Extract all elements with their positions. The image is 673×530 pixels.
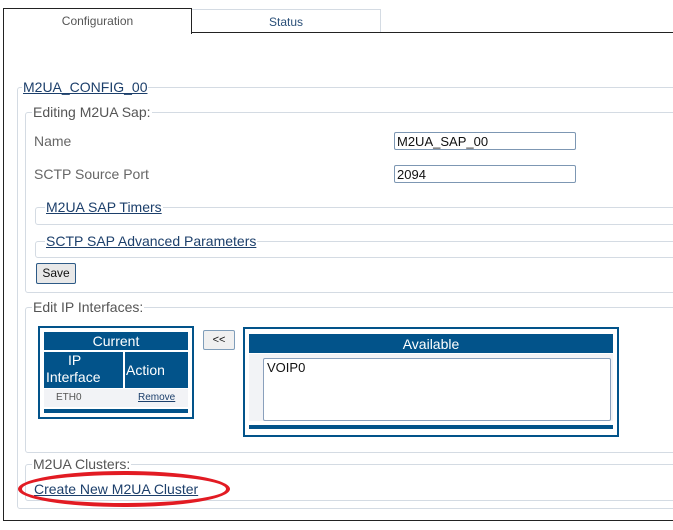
row-interface: ETH0: [56, 392, 82, 403]
move-left-button[interactable]: <<: [203, 330, 235, 350]
sctp-port-label: SCTP Source Port: [34, 166, 149, 182]
sctp-advanced-link[interactable]: SCTP SAP Advanced Parameters: [46, 233, 256, 249]
remove-link[interactable]: Remove: [138, 392, 175, 403]
name-input[interactable]: [394, 132, 576, 150]
create-cluster-link[interactable]: Create New M2UA Cluster: [34, 481, 198, 497]
listbox-option[interactable]: VOIP0: [264, 359, 610, 376]
tab-status[interactable]: Status: [191, 9, 381, 33]
current-panel: Current IP Interface Action ETH0 Remove: [38, 326, 194, 419]
current-header: Current: [44, 332, 188, 350]
advanced-fieldset: SCTP SAP Advanced Parameters: [35, 233, 673, 258]
timers-fieldset: M2UA SAP Timers: [35, 199, 673, 225]
clusters-legend: M2UA Clusters:: [33, 456, 131, 472]
available-body: VOIP0: [249, 354, 613, 421]
col-ip-interface-label: IP Interface: [46, 352, 101, 385]
sap-timers-link[interactable]: M2UA SAP Timers: [46, 199, 162, 215]
available-header: Available: [249, 334, 613, 353]
available-listbox[interactable]: VOIP0: [263, 358, 611, 421]
col-action: Action: [125, 352, 188, 388]
tab-configuration[interactable]: Configuration: [3, 8, 192, 34]
available-panel: Available VOIP0: [243, 327, 619, 437]
save-button[interactable]: Save: [36, 263, 76, 284]
name-label: Name: [34, 133, 72, 149]
config-title-link[interactable]: M2UA_CONFIG_00: [23, 79, 147, 95]
current-footer: [44, 409, 188, 413]
table-row: ETH0 Remove: [44, 389, 188, 407]
sctp-port-input[interactable]: [394, 165, 576, 183]
col-ip-interface: IP Interface: [44, 352, 123, 388]
ip-legend: Edit IP Interfaces:: [33, 299, 144, 315]
sap-legend: Editing M2UA Sap:: [33, 104, 151, 120]
available-footer: [249, 425, 613, 429]
